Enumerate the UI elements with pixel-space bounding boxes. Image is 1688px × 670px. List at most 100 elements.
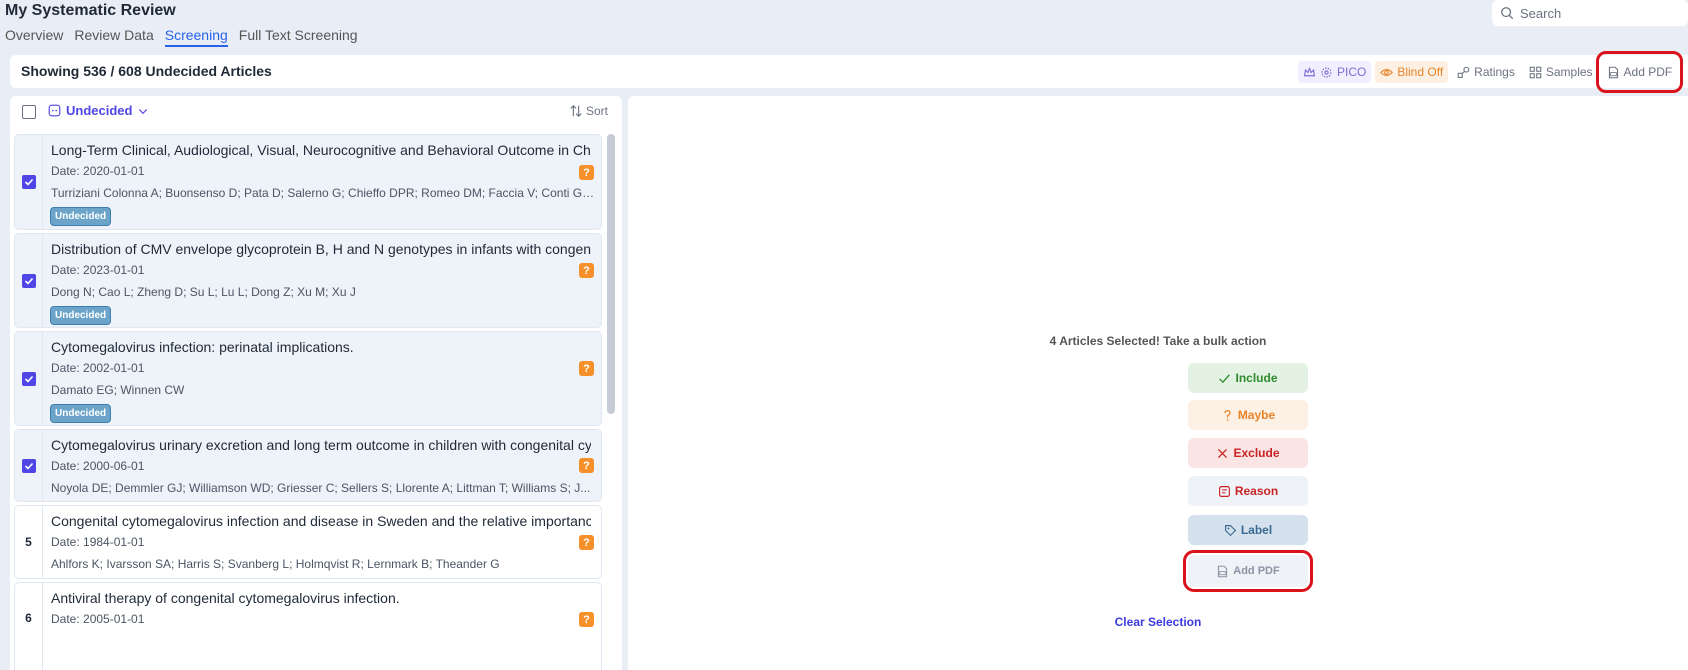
undecided-flag-icon: ? (579, 458, 594, 473)
search-icon (1501, 7, 1514, 20)
question-icon (1224, 409, 1231, 421)
check-icon (24, 178, 33, 186)
sort-label: Sort (585, 104, 608, 118)
check-icon (24, 375, 33, 383)
add-pdf-bulk-button[interactable]: Add PDF (1183, 550, 1313, 592)
article-authors: Damato EG; Winnen CW (51, 383, 185, 397)
filter-row: Undecided Sort (10, 96, 622, 128)
exclude-label: Exclude (1233, 446, 1280, 460)
maybe-button[interactable]: Maybe (1188, 400, 1308, 430)
include-button[interactable]: Include (1188, 363, 1308, 393)
exclude-button[interactable]: Exclude (1188, 438, 1308, 468)
status-badge: Undecided (50, 207, 112, 226)
article-date: Date: 1984-01-01 (51, 535, 145, 549)
blind-toggle-button[interactable]: Blind Off (1375, 61, 1449, 83)
chevron-down-icon (139, 108, 148, 114)
article-title[interactable]: Distribution of CMV envelope glycoprotei… (51, 241, 591, 257)
article-item[interactable]: 6 Antiviral therapy of congenital cytome… (14, 582, 602, 670)
article-authors: Dong N; Cao L; Zheng D; Su L; Lu L; Dong… (51, 285, 356, 299)
sort-button[interactable]: Sort (569, 104, 608, 118)
article-authors: Noyola DE; Demmler GJ; Williamson WD; Gr… (51, 481, 591, 495)
article-gutter (15, 135, 43, 229)
article-gutter (15, 332, 43, 425)
bulk-selection-message: 4 Articles Selected! Take a bulk action (1049, 334, 1267, 348)
samples-label: Samples (1545, 65, 1593, 79)
tab-overview[interactable]: Overview (5, 27, 63, 47)
eye-icon (1380, 68, 1394, 76)
status-badge: Undecided (50, 306, 112, 325)
article-title[interactable]: Long-Term Clinical, Audiological, Visual… (51, 142, 591, 158)
check-icon (24, 277, 33, 285)
search-input[interactable] (1520, 5, 1670, 21)
pico-label: PICO (1337, 65, 1367, 79)
label-label: Label (1240, 523, 1273, 537)
article-item[interactable]: 5 Congenital cytomegalovirus infection a… (14, 505, 602, 579)
article-item[interactable]: Cytomegalovirus infection: perinatal imp… (14, 331, 602, 426)
article-gutter: 5 (15, 506, 43, 578)
add-pdf-label: Add PDF (1623, 65, 1673, 79)
tab-bar: Overview Review Data Screening Full Text… (5, 27, 369, 47)
undecided-flag-icon: ? (579, 535, 594, 550)
add-pdf-toolbar-button[interactable]: Add PDF (1595, 51, 1684, 93)
ratings-button[interactable]: Ratings (1452, 61, 1520, 83)
blind-label: Blind Off (1397, 65, 1444, 79)
article-gutter: 6 (15, 583, 43, 670)
article-date: Date: 2023-01-01 (51, 263, 145, 277)
article-date: Date: 2005-01-01 (51, 612, 145, 626)
article-date: Date: 2000-06-01 (51, 459, 145, 473)
article-item[interactable]: Long-Term Clinical, Audiological, Visual… (14, 134, 602, 230)
sort-icon (570, 104, 582, 118)
screening-toolbar: PICO Blind Off Ratings Samples Add PDF ·… (1298, 51, 1688, 93)
undecided-flag-icon: ? (579, 263, 594, 278)
article-checkbox[interactable] (21, 371, 36, 386)
tab-full-text-screening[interactable]: Full Text Screening (239, 27, 358, 47)
tag-icon (1224, 524, 1237, 536)
article-item[interactable]: Cytomegalovirus urinary excretion and lo… (14, 429, 602, 502)
pdf-file-icon (1608, 66, 1618, 78)
pico-button[interactable]: PICO (1298, 61, 1372, 83)
undecided-flag-icon: ? (579, 612, 594, 627)
reason-label: Reason (1234, 484, 1279, 498)
screening-header: Showing 536 / 608 Undecided Articles PIC… (10, 51, 1688, 93)
article-date: Date: 2002-01-01 (51, 361, 145, 375)
search-box[interactable] (1492, 0, 1688, 26)
ratings-label: Ratings (1474, 65, 1515, 79)
maybe-label: Maybe (1237, 408, 1276, 422)
article-checkbox[interactable] (21, 273, 36, 288)
article-item[interactable]: Distribution of CMV envelope glycoprotei… (14, 233, 602, 328)
ratings-icon (1457, 66, 1470, 78)
undecided-flag-icon: ? (579, 165, 594, 180)
select-all-checkbox[interactable] (22, 105, 36, 119)
article-gutter (15, 234, 43, 327)
crown-icon (1303, 66, 1316, 76)
article-checkbox[interactable] (21, 175, 36, 189)
article-title[interactable]: Antiviral therapy of congenital cytomega… (51, 590, 591, 606)
add-pdf-label: Add PDF (1233, 565, 1280, 577)
article-checkbox[interactable] (21, 458, 36, 473)
article-title[interactable]: Cytomegalovirus urinary excretion and lo… (51, 437, 591, 453)
article-date: Date: 2020-01-01 (51, 164, 145, 178)
undecided-flag-icon: ? (579, 361, 594, 376)
tab-screening[interactable]: Screening (164, 27, 228, 47)
list-scrollbar[interactable] (607, 134, 615, 414)
article-gutter (15, 430, 43, 501)
article-list-panel: Undecided Sort Long-Term Clinical, Audio… (10, 96, 622, 670)
top-bar: My Systematic Review Overview Review Dat… (0, 0, 1688, 50)
gear-icon (1321, 66, 1332, 78)
filter-label: Undecided (66, 103, 133, 118)
pdf-file-icon (1218, 565, 1228, 577)
page-title: My Systematic Review (5, 2, 176, 19)
check-icon (1219, 373, 1231, 383)
tab-review-data[interactable]: Review Data (74, 27, 153, 47)
article-title[interactable]: Congenital cytomegalovirus infection and… (51, 513, 591, 529)
samples-button[interactable]: Samples (1524, 61, 1598, 83)
status-filter-dropdown[interactable]: Undecided (48, 103, 154, 118)
article-list: Long-Term Clinical, Audiological, Visual… (14, 134, 602, 670)
article-index: 6 (25, 611, 32, 625)
status-badge: Undecided (50, 404, 112, 423)
article-title[interactable]: Cytomegalovirus infection: perinatal imp… (51, 339, 591, 355)
article-authors: Turriziani Colonna A; Buonsenso D; Pata … (51, 186, 595, 200)
label-button[interactable]: Label (1188, 515, 1308, 545)
reason-button[interactable]: Reason (1188, 476, 1308, 506)
clear-selection-link[interactable]: Clear Selection (628, 615, 1688, 629)
